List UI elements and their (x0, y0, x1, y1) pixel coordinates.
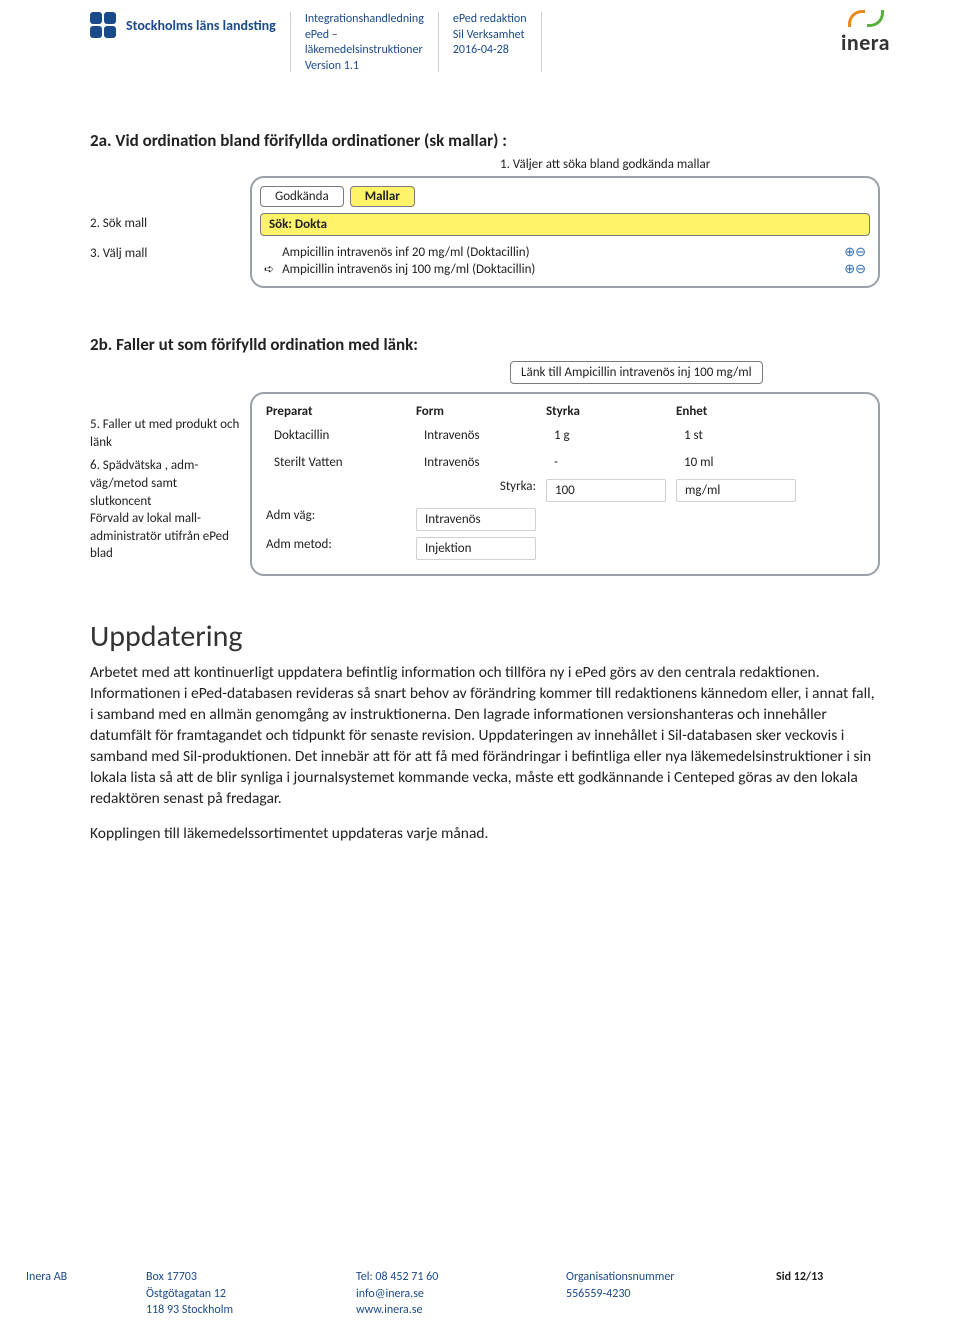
prescription-form: Preparat Form Styrka Enhet Doktacillin I… (250, 392, 880, 576)
styrka-unit[interactable]: mg/ml (676, 479, 796, 502)
footer-line: Organisationsnummer (566, 1269, 776, 1285)
header-divider (290, 12, 291, 72)
doc-meta: Integrationshandledning ePed – läkemedel… (305, 12, 424, 74)
cell-form: Intravenös (416, 452, 536, 473)
cell-styrka: - (546, 452, 666, 473)
admmetod-input[interactable]: Injektion (416, 537, 536, 560)
doc-version: Version 1.1 (305, 59, 424, 75)
owner-date: 2016-04-28 (453, 43, 527, 59)
inera-wordmark: inera (841, 29, 890, 56)
search-input[interactable]: Sök: Dokta (260, 213, 870, 236)
pill-icon: ⊕⊖ (844, 245, 866, 260)
footer-line: info@inera.se (356, 1286, 566, 1302)
sll-logo-icon (90, 12, 116, 38)
result-row[interactable]: ➪ Ampicillin intravenös inj 100 mg/ml (D… (260, 261, 870, 278)
step-6: 6. Spädvätska , adm-väg/metod samt slutk… (90, 457, 240, 562)
col-form: Form (416, 404, 536, 419)
cell-enhet: 10 ml (676, 452, 796, 473)
footer-line: 556559-4230 (566, 1286, 776, 1302)
result-row[interactable]: ➪ Ampicillin intravenös inf 20 mg/ml (Do… (260, 244, 870, 261)
page-number: Sid 12/13 (776, 1269, 896, 1318)
footer-line: Tel: 08 452 71 60 (356, 1269, 566, 1285)
steps-left: 2. Sök mall 3. Välj mall (90, 178, 240, 263)
styrka-label: Styrka: (416, 479, 536, 502)
col-preparat: Preparat (266, 404, 406, 419)
footer-company: Inera AB (26, 1269, 146, 1318)
step-5: 5. Faller ut med produkt och länk (90, 416, 240, 451)
styrka-input[interactable]: 100 (546, 479, 666, 502)
doc-title: Integrationshandledning (305, 12, 424, 28)
cell-preparat: Sterilt Vatten (266, 452, 406, 473)
step-2: 2. Sök mall (90, 214, 240, 234)
steps-left-2b: 5. Faller ut med produkt och länk 6. Spä… (90, 416, 240, 562)
owner-meta: ePed redaktion Sil Verksamhet 2016-04-28 (453, 12, 527, 59)
section-2a-title: 2a. Vid ordination bland förifyllda ordi… (90, 130, 880, 151)
tab-godkanda[interactable]: Godkända (260, 186, 344, 207)
admvag-input[interactable]: Intravenös (416, 508, 536, 531)
footer-address: Box 17703 Östgötagatan 12 118 93 Stockho… (146, 1269, 356, 1318)
header-divider (438, 12, 439, 72)
owner-line: ePed redaktion (453, 12, 527, 28)
step-1: 1. Väljer att söka bland godkända mallar (500, 157, 880, 172)
arrow-right-icon: ➪ (264, 262, 274, 277)
paragraph: Arbetet med att kontinuerligt uppdatera … (90, 663, 880, 809)
sll-logo: Stockholms läns landsting (90, 12, 276, 38)
page-footer: Inera AB Box 17703 Östgötagatan 12 118 9… (0, 1269, 960, 1318)
footer-line: www.inera.se (356, 1302, 566, 1318)
admmetod-label: Adm metod: (266, 537, 406, 560)
result-text: Ampicillin intravenös inf 20 mg/ml (Dokt… (282, 245, 530, 260)
admvag-label: Adm väg: (266, 508, 406, 531)
search-label: Sök: (269, 217, 292, 232)
tab-mallar[interactable]: Mallar (350, 186, 415, 207)
cell-styrka: 1 g (546, 425, 666, 446)
sll-org-name: Stockholms läns landsting (126, 17, 276, 34)
footer-line: Box 17703 (146, 1269, 356, 1285)
header-divider (541, 12, 542, 72)
paragraph: Kopplingen till läkemedelssortimentet up… (90, 824, 880, 845)
inera-logo: inera (841, 10, 890, 56)
pill-icon: ⊕⊖ (844, 262, 866, 277)
doc-line: läkemedelsinstruktioner (305, 43, 424, 59)
col-enhet: Enhet (676, 404, 796, 419)
footer-orgnr: Organisationsnummer 556559-4230 (566, 1269, 776, 1318)
cell-preparat: Doktacillin (266, 425, 406, 446)
search-value: Dokta (295, 217, 327, 232)
col-styrka: Styrka (546, 404, 666, 419)
owner-line: Sil Verksamhet (453, 28, 527, 44)
heading-uppdatering: Uppdatering (90, 618, 880, 655)
footer-line: Östgötagatan 12 (146, 1286, 356, 1302)
footer-line: 118 93 Stockholm (146, 1302, 356, 1318)
step-3: 3. Välj mall (90, 244, 240, 264)
cell-enhet: 1 st (676, 425, 796, 446)
doc-line: ePed – (305, 28, 424, 44)
cell-form: Intravenös (416, 425, 536, 446)
search-panel: Godkända Mallar Sök: Dokta ➪ Ampicillin … (250, 176, 880, 288)
page-header: Stockholms läns landsting Integrationsha… (0, 0, 960, 74)
section-2b-title: 2b. Faller ut som förifylld ordination m… (90, 334, 880, 355)
link-box[interactable]: Länk till Ampicillin intravenös inj 100 … (510, 361, 763, 384)
footer-contact: Tel: 08 452 71 60 info@inera.se www.iner… (356, 1269, 566, 1318)
inera-mark-icon (848, 10, 884, 27)
result-text: Ampicillin intravenös inj 100 mg/ml (Dok… (282, 262, 535, 277)
